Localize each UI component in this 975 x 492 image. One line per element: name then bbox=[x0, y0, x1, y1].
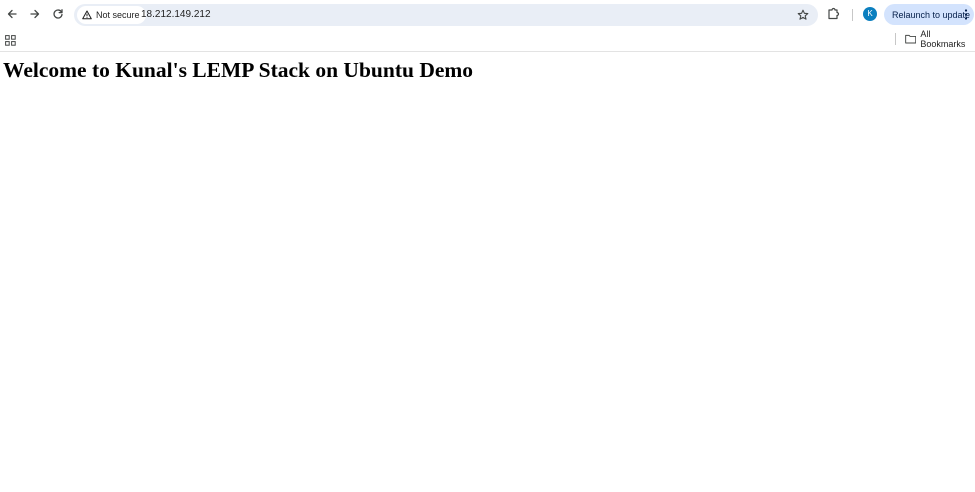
relaunch-label: Relaunch to update bbox=[892, 9, 971, 20]
reload-button[interactable] bbox=[48, 4, 68, 24]
apps-shortcut-button[interactable] bbox=[5, 33, 16, 46]
browser-window: Not secure 18.212.149.212 K Relaunch to … bbox=[0, 0, 975, 492]
star-icon bbox=[797, 9, 809, 20]
site-security-chip[interactable]: Not secure bbox=[77, 6, 146, 24]
puzzle-icon bbox=[828, 7, 840, 20]
toolbar-divider bbox=[852, 9, 853, 21]
bookmarks-divider bbox=[895, 33, 896, 45]
relaunch-to-update-button[interactable]: Relaunch to update bbox=[884, 4, 974, 25]
page-content: Welcome to Kunal's LEMP Stack on Ubuntu … bbox=[0, 52, 975, 492]
apps-grid-icon bbox=[5, 35, 16, 46]
all-bookmarks-button[interactable]: All Bookmarks bbox=[905, 29, 975, 49]
warning-triangle-icon bbox=[82, 10, 92, 20]
address-bar[interactable]: Not secure 18.212.149.212 bbox=[74, 4, 818, 26]
reload-icon bbox=[53, 9, 63, 19]
arrow-left-icon bbox=[7, 9, 17, 19]
security-label: Not secure bbox=[96, 10, 140, 20]
bookmark-star-button[interactable] bbox=[796, 8, 810, 22]
three-dots-vertical-icon bbox=[964, 9, 968, 20]
profile-avatar[interactable]: K bbox=[863, 7, 877, 21]
browser-toolbar: Not secure 18.212.149.212 K Relaunch to … bbox=[0, 0, 975, 28]
arrow-right-icon bbox=[30, 9, 40, 19]
folder-icon bbox=[905, 34, 917, 44]
back-button[interactable] bbox=[2, 4, 22, 24]
url-text[interactable]: 18.212.149.212 bbox=[141, 9, 211, 20]
all-bookmarks-label: All Bookmarks bbox=[920, 29, 966, 49]
page-heading: Welcome to Kunal's LEMP Stack on Ubuntu … bbox=[3, 58, 474, 82]
extensions-button[interactable] bbox=[826, 6, 842, 22]
forward-button[interactable] bbox=[25, 4, 45, 24]
bookmarks-bar: All Bookmarks bbox=[0, 28, 975, 52]
